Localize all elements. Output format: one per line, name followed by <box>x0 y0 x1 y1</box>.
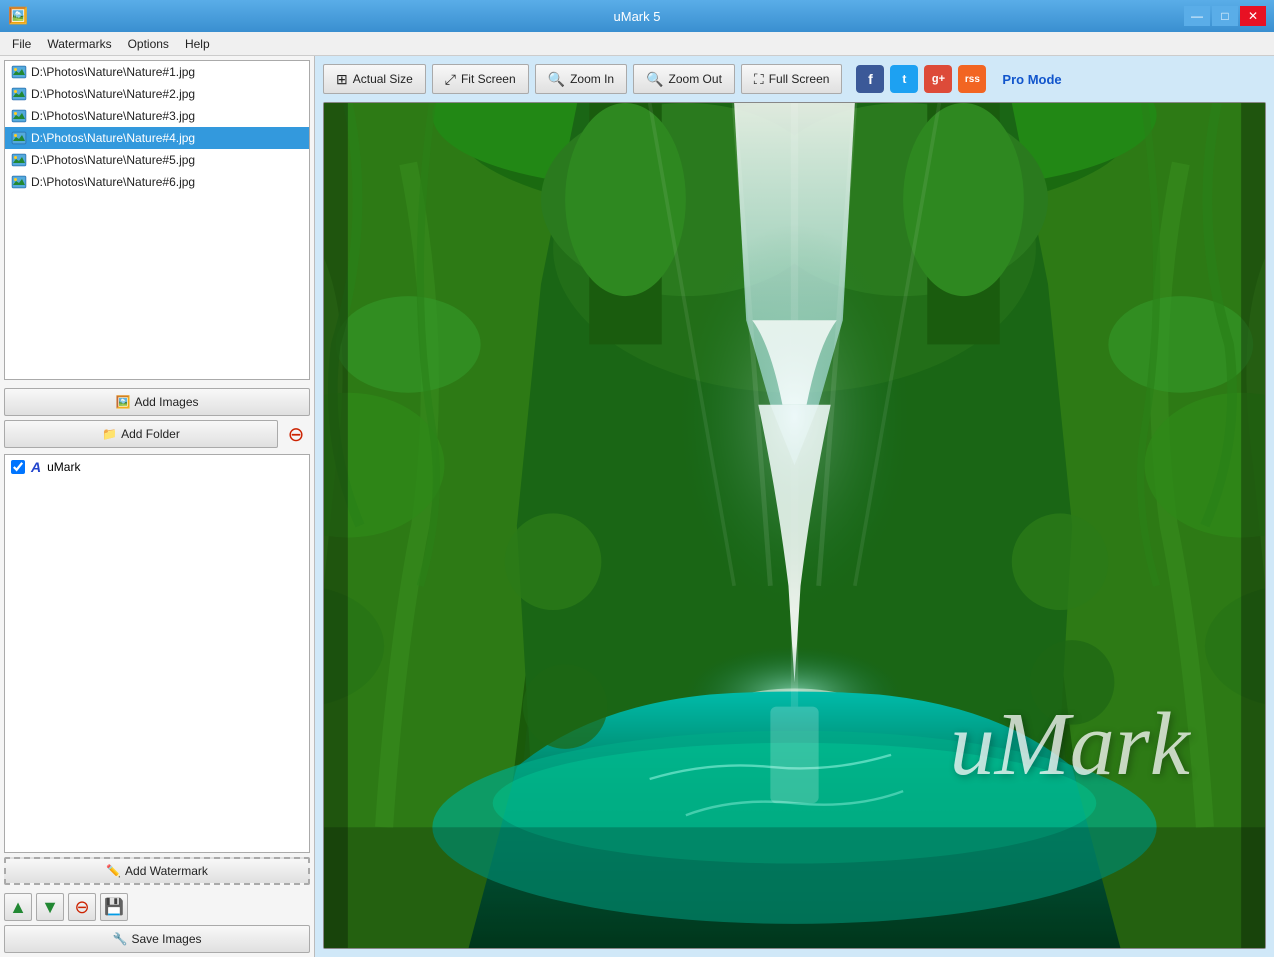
facebook-icon[interactable]: f <box>856 65 884 93</box>
add-images-row: 🖼️ Add Images <box>4 388 310 416</box>
file-item[interactable]: D:\Photos\Nature\Nature#3.jpg <box>5 105 309 127</box>
view-toolbar: ⊞ Actual Size ⤢ Fit Screen 🔍 Zoom In 🔍 Z… <box>323 64 1266 94</box>
add-images-label: Add Images <box>134 395 198 409</box>
google-icon[interactable]: g+ <box>924 65 952 93</box>
add-folder-row: 📁 Add Folder ⊖ <box>4 420 310 448</box>
save-images-button[interactable]: 🔧 Save Images <box>4 925 310 953</box>
full-screen-label: Full Screen <box>769 72 830 86</box>
twitter-icon[interactable]: t <box>890 65 918 93</box>
actual-size-icon: ⊞ <box>336 71 348 88</box>
window-title: uMark 5 <box>614 9 661 24</box>
file-icon <box>11 64 27 80</box>
minimize-button[interactable]: — <box>1184 6 1210 26</box>
zoom-in-label: Zoom In <box>570 72 614 86</box>
add-watermark-icon: ✏️ <box>106 864 121 878</box>
file-path: D:\Photos\Nature\Nature#6.jpg <box>31 175 195 189</box>
file-list[interactable]: D:\Photos\Nature\Nature#1.jpg D:\Photos\… <box>4 60 310 380</box>
save-watermark-button[interactable]: 💾 <box>100 893 128 921</box>
full-screen-button[interactable]: ⛶ Full Screen <box>741 64 843 94</box>
watermark-label: uMark <box>47 460 80 474</box>
add-images-button[interactable]: 🖼️ Add Images <box>4 388 310 416</box>
move-up-button[interactable]: ▲ <box>4 893 32 921</box>
menu-bar: File Watermarks Options Help <box>0 32 1274 56</box>
file-path: D:\Photos\Nature\Nature#5.jpg <box>31 153 195 167</box>
social-icons: f t g+ rss <box>856 65 986 93</box>
file-path: D:\Photos\Nature\Nature#1.jpg <box>31 65 195 79</box>
fit-screen-label: Fit Screen <box>461 72 516 86</box>
file-icon <box>11 86 27 102</box>
file-buttons-area: 🖼️ Add Images 📁 Add Folder ⊖ <box>0 384 314 450</box>
move-down-button[interactable]: ▼ <box>36 893 64 921</box>
image-preview: uMark <box>323 102 1266 949</box>
file-path: D:\Photos\Nature\Nature#3.jpg <box>31 109 195 123</box>
file-item[interactable]: D:\Photos\Nature\Nature#2.jpg <box>5 83 309 105</box>
file-item[interactable]: D:\Photos\Nature\Nature#6.jpg <box>5 171 309 193</box>
fit-screen-icon: ⤢ <box>445 71 456 88</box>
menu-help[interactable]: Help <box>177 35 218 53</box>
window-controls: — □ ✕ <box>1184 6 1266 26</box>
file-icon <box>11 108 27 124</box>
file-path: D:\Photos\Nature\Nature#4.jpg <box>31 131 195 145</box>
fit-screen-button[interactable]: ⤢ Fit Screen <box>432 64 529 94</box>
left-panel: D:\Photos\Nature\Nature#1.jpg D:\Photos\… <box>0 56 315 957</box>
close-button[interactable]: ✕ <box>1240 6 1266 26</box>
icon-buttons-row: ▲ ▼ ⊖ 💾 <box>4 893 310 921</box>
add-images-icon: 🖼️ <box>116 395 131 409</box>
watermarks-list[interactable]: AuMark <box>4 454 310 853</box>
delete-watermark-button[interactable]: ⊖ <box>68 893 96 921</box>
file-icon <box>11 174 27 190</box>
menu-options[interactable]: Options <box>120 35 177 53</box>
add-watermark-label: Add Watermark <box>125 864 208 878</box>
actual-size-button[interactable]: ⊞ Actual Size <box>323 64 426 94</box>
file-item[interactable]: D:\Photos\Nature\Nature#5.jpg <box>5 149 309 171</box>
zoom-out-label: Zoom Out <box>669 72 722 86</box>
save-images-icon: 🔧 <box>113 932 128 946</box>
maximize-button[interactable]: □ <box>1212 6 1238 26</box>
file-icon <box>11 152 27 168</box>
zoom-in-icon: 🔍 <box>548 71 565 88</box>
rss-icon[interactable]: rss <box>958 65 986 93</box>
full-screen-icon: ⛶ <box>754 71 764 88</box>
zoom-out-icon: 🔍 <box>646 71 663 88</box>
save-images-label: Save Images <box>131 932 201 946</box>
add-folder-button[interactable]: 📁 Add Folder <box>4 420 278 448</box>
bottom-controls: ✏️ Add Watermark ▲ ▼ ⊖ 💾 🔧 Save Images <box>0 857 314 957</box>
remove-folder-button[interactable]: ⊖ <box>282 420 310 448</box>
title-bar-left: 🖼️ <box>8 6 28 26</box>
watermark-item[interactable]: AuMark <box>5 455 309 479</box>
menu-file[interactable]: File <box>4 35 39 53</box>
watermarks-panel: AuMark <box>4 454 310 853</box>
zoom-in-button[interactable]: 🔍 Zoom In <box>535 64 627 94</box>
menu-watermarks[interactable]: Watermarks <box>39 35 119 53</box>
watermark-checkbox[interactable] <box>11 460 25 474</box>
file-item[interactable]: D:\Photos\Nature\Nature#1.jpg <box>5 61 309 83</box>
file-item[interactable]: D:\Photos\Nature\Nature#4.jpg <box>5 127 309 149</box>
app-icon: 🖼️ <box>8 6 28 26</box>
pro-mode-link[interactable]: Pro Mode <box>1002 72 1061 87</box>
file-path: D:\Photos\Nature\Nature#2.jpg <box>31 87 195 101</box>
zoom-out-button[interactable]: 🔍 Zoom Out <box>633 64 735 94</box>
add-watermark-button[interactable]: ✏️ Add Watermark <box>4 857 310 885</box>
actual-size-label: Actual Size <box>353 72 413 86</box>
add-folder-icon: 📁 <box>102 427 117 441</box>
preview-image <box>324 103 1265 948</box>
main-layout: D:\Photos\Nature\Nature#1.jpg D:\Photos\… <box>0 56 1274 957</box>
add-folder-label: Add Folder <box>121 427 180 441</box>
watermark-type-icon: A <box>31 459 41 475</box>
right-panel: ⊞ Actual Size ⤢ Fit Screen 🔍 Zoom In 🔍 Z… <box>315 56 1274 957</box>
file-icon <box>11 130 27 146</box>
title-bar: 🖼️ uMark 5 — □ ✕ <box>0 0 1274 32</box>
